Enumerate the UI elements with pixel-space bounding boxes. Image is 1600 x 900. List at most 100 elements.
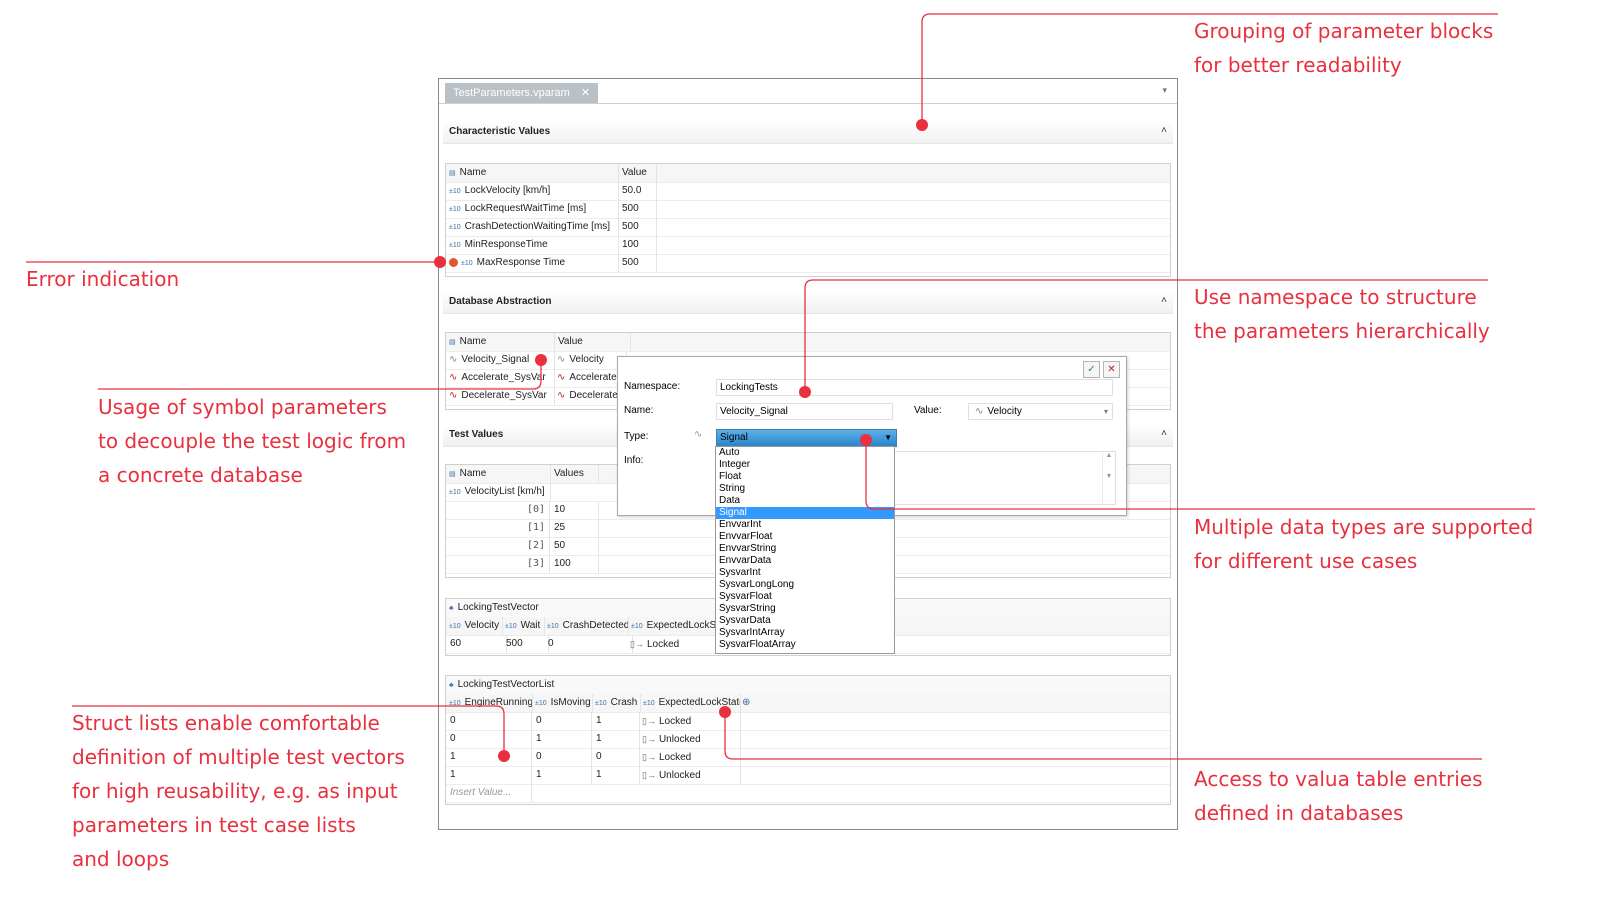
type-select[interactable]: Signal ▼	[716, 429, 897, 447]
insert-value-input[interactable]: Insert Value...	[446, 784, 532, 802]
struct-icon: ♣	[449, 605, 454, 612]
collapse-icon[interactable]: ˄	[1161, 428, 1167, 439]
type-option[interactable]: SysvarFloatArray	[716, 639, 894, 651]
table-row-error[interactable]: ±10 MaxResponse Time 500	[446, 254, 1170, 273]
signal-icon: ∿	[449, 354, 458, 365]
value-table-icon: ▯→	[630, 639, 644, 649]
numeric-icon: ±10	[449, 489, 461, 496]
tab-testparameters[interactable]: TestParameters.vparam ✕	[445, 83, 599, 103]
signal-icon: ∿	[557, 354, 566, 365]
collapse-icon[interactable]: ˄	[1161, 295, 1167, 306]
scrollbar[interactable]: ▲ ▼	[1102, 452, 1115, 504]
grid-header: ▤ Name Value	[446, 333, 1170, 352]
type-option[interactable]: SysvarData	[716, 615, 894, 627]
value-table-icon: ▯→	[642, 734, 656, 744]
table-row[interactable]: ±10 MinResponseTime 100	[446, 236, 1170, 255]
numeric-icon: ±10	[595, 700, 607, 707]
callout-grouping: Grouping of parameter blocks for better …	[1194, 19, 1494, 77]
type-option[interactable]: SysvarString	[716, 603, 894, 615]
type-option[interactable]: SysvarIntArray	[716, 627, 894, 639]
value-table-icon: ▯→	[642, 752, 656, 762]
namespace-input[interactable]: LockingTests	[716, 379, 1113, 396]
table-row[interactable]: ±10 LockRequestWaitTime [ms] 500	[446, 200, 1170, 219]
callout-symbol: Usage of symbol parameters to decouple t…	[98, 395, 407, 487]
type-option[interactable]: Data	[716, 495, 894, 507]
callout-struct: Struct lists enable comfortable definiti…	[72, 711, 405, 871]
value-label: Value:	[914, 405, 942, 416]
table-row[interactable]: 0 1 1 ▯→ Unlocked	[446, 730, 1170, 749]
chevron-down-icon: ▼	[884, 433, 892, 442]
numeric-icon: ±10	[505, 623, 517, 630]
numeric-icon: ±10	[449, 224, 461, 231]
info-label: Info:	[624, 455, 644, 466]
name-label: Name:	[624, 405, 654, 416]
name-column-icon: ▤	[449, 339, 456, 346]
insert-row[interactable]: Insert Value...	[446, 784, 1170, 803]
callout-namespace: Use namespace to structure the parameter…	[1194, 285, 1490, 343]
numeric-icon: ±10	[449, 242, 461, 249]
ok-button[interactable]: ✓	[1083, 361, 1100, 378]
section-title: Characteristic Values	[449, 126, 551, 137]
numeric-icon: ±10	[643, 700, 655, 707]
struct-title-row: ♣ LockingTestVectorList	[446, 676, 1170, 695]
struct-list-icon: ♣	[449, 682, 454, 689]
section-title: Database Abstraction	[449, 296, 552, 307]
name-column-icon: ▤	[449, 170, 456, 177]
type-option[interactable]: EnvvarData	[716, 555, 894, 567]
type-icon: ∿	[694, 429, 703, 440]
cancel-button[interactable]: ✕	[1103, 361, 1120, 378]
type-option[interactable]: EnvvarString	[716, 543, 894, 555]
tab-close-icon[interactable]: ✕	[581, 87, 590, 99]
type-dropdown-list[interactable]: Auto Integer Float String Data Signal En…	[715, 446, 895, 654]
type-option[interactable]: EnvvarInt	[716, 519, 894, 531]
numeric-icon: ±10	[449, 206, 461, 213]
numeric-icon: ±10	[631, 623, 643, 630]
value-select[interactable]: ∿ Velocity ▾	[968, 403, 1113, 420]
table-row[interactable]: 0 0 1 ▯→ Locked	[446, 712, 1170, 731]
grid-header: ▤ Name Value	[446, 164, 1170, 183]
tab-bar: TestParameters.vparam ✕ ▾	[439, 79, 1177, 104]
section-title: Test Values	[449, 429, 504, 440]
type-option[interactable]: EnvvarFloat	[716, 531, 894, 543]
type-option-selected[interactable]: Signal	[716, 507, 894, 519]
section-characteristic-values[interactable]: Characteristic Values ˄	[443, 121, 1173, 144]
error-icon	[449, 257, 458, 267]
sysvar-icon: ∿	[557, 390, 566, 401]
section-database-abstraction[interactable]: Database Abstraction ˄	[443, 291, 1173, 314]
callout-types: Multiple data types are supported for di…	[1194, 515, 1534, 573]
add-column-icon[interactable]: ⊕	[742, 694, 758, 712]
chevron-down-icon: ▾	[1103, 407, 1108, 416]
numeric-icon: ±10	[547, 623, 559, 630]
grid-header: ±10 EngineRunning ±10 IsMoving ±10 Crash ±1…	[446, 694, 1170, 713]
type-option[interactable]: Auto	[716, 447, 894, 459]
sysvar-icon: ∿	[557, 372, 566, 383]
numeric-icon: ±10	[461, 260, 473, 267]
type-option[interactable]: SysvarInt	[716, 567, 894, 579]
table-row[interactable]: ±10 LockVelocity [km/h] 50.0	[446, 182, 1170, 201]
table-row[interactable]: 1 1 1 ▯→ Unlocked	[446, 766, 1170, 785]
table-row[interactable]: ±10 CrashDetectionWaitingTime [ms] 500	[446, 218, 1170, 237]
numeric-icon: ±10	[449, 188, 461, 195]
type-option[interactable]: Integer	[716, 459, 894, 471]
characteristic-grid: ▤ Name Value ±10 LockVelocity [km/h] 50.0 …	[445, 163, 1171, 277]
numeric-icon: ±10	[535, 700, 547, 707]
type-label: Type:	[624, 431, 649, 442]
namespace-label: Namespace:	[624, 381, 681, 392]
value-table-icon: ▯→	[642, 770, 656, 780]
sysvar-icon: ∿	[449, 390, 458, 401]
table-row[interactable]: 1 0 0 ▯→ Locked	[446, 748, 1170, 767]
collapse-icon[interactable]: ˄	[1161, 125, 1167, 136]
value-table-icon: ▯→	[642, 716, 656, 726]
numeric-icon: ±10	[449, 623, 461, 630]
type-option[interactable]: SysvarLongLong	[716, 579, 894, 591]
sysvar-icon: ∿	[449, 372, 458, 383]
name-input[interactable]: Velocity_Signal	[716, 403, 893, 420]
type-option[interactable]: SysvarFloat	[716, 591, 894, 603]
callout-valuetable: Access to valua table entries defined in…	[1194, 767, 1483, 825]
name-column-icon: ▤	[449, 471, 456, 478]
type-option[interactable]: Float	[716, 471, 894, 483]
type-option[interactable]: String	[716, 483, 894, 495]
callout-error: Error indication	[26, 267, 180, 291]
numeric-icon: ±10	[449, 700, 461, 707]
tab-menu-icon[interactable]: ▾	[1162, 85, 1167, 96]
